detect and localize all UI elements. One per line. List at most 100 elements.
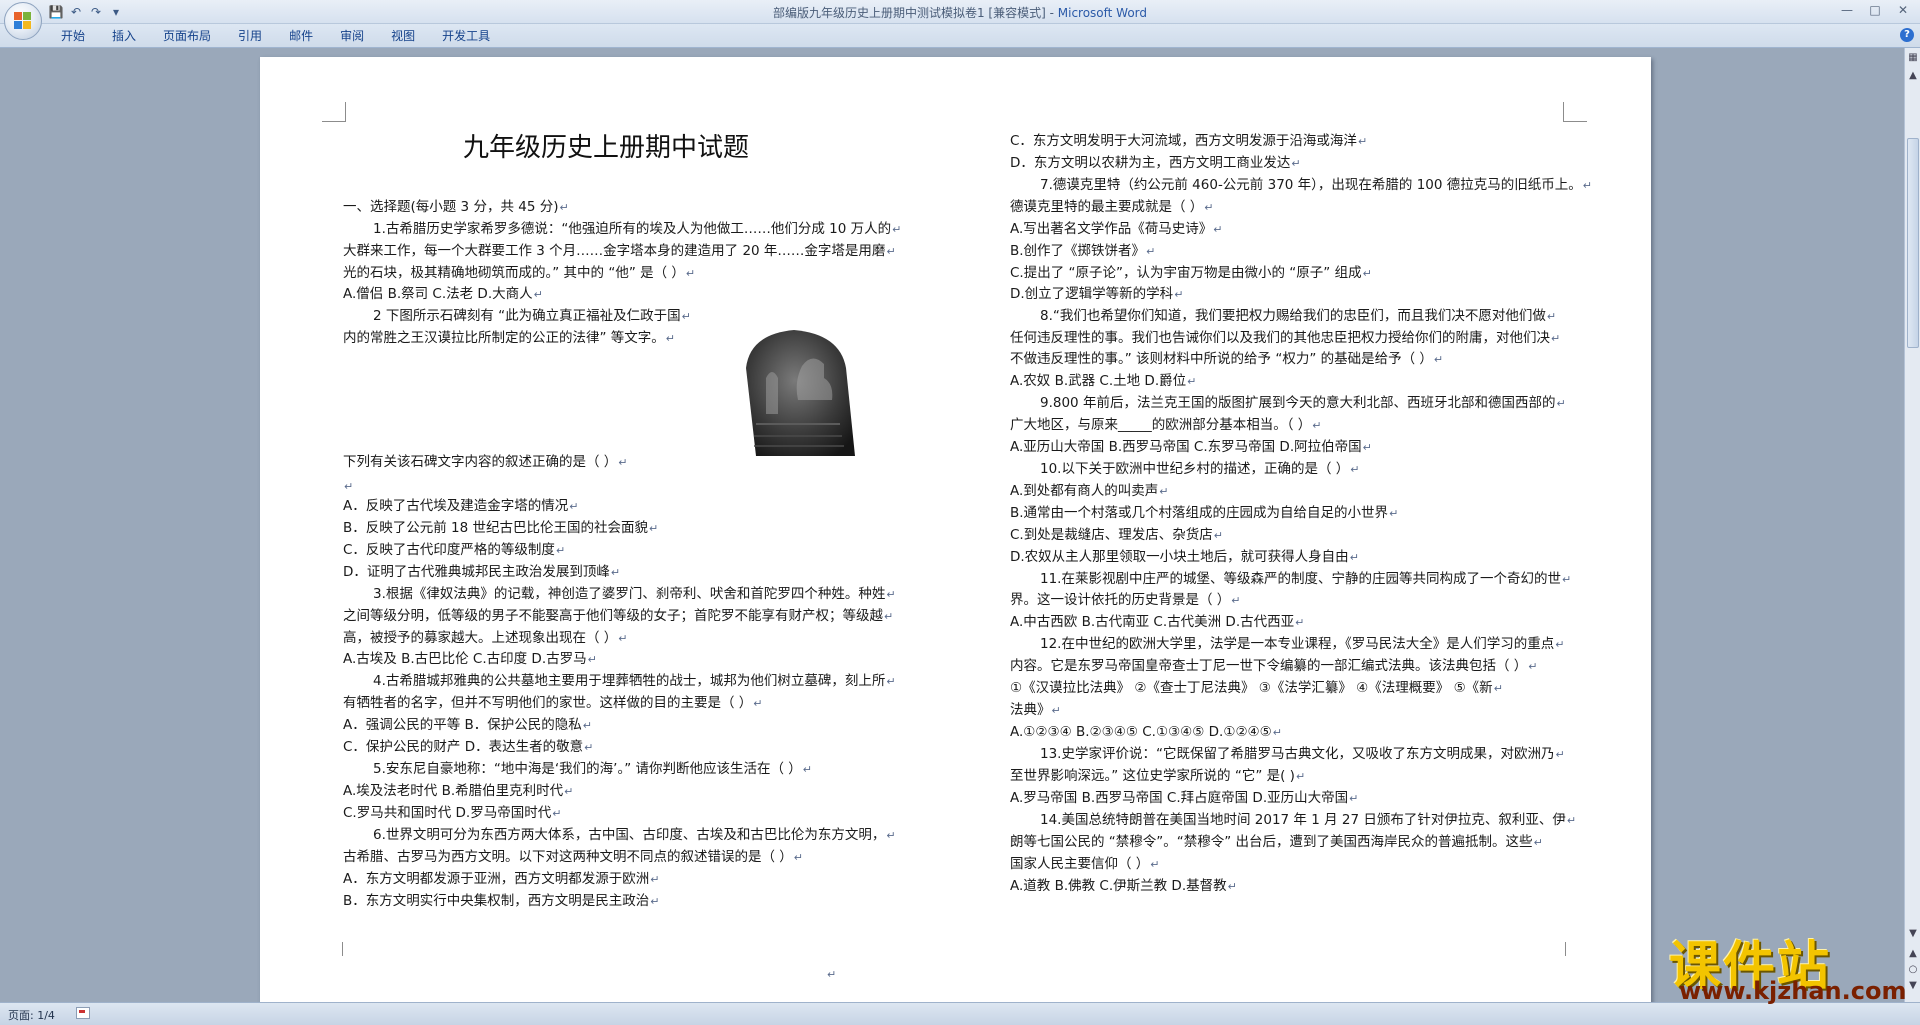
ribbon-tab-row: 开始 插入 页面布局 引用 邮件 审阅 视图 开发工具 ? — [0, 24, 1920, 48]
vertical-scrollbar[interactable]: ▦ ▲ ▼ ▲ ○ ▼ — [1904, 48, 1920, 1002]
left-column-line-text: 大群来工作，每一个大群要工作 3 个月……金字塔本身的建造用了 20 年……金字… — [343, 243, 886, 259]
proofing-status-icon[interactable] — [76, 1007, 90, 1019]
minimize-icon[interactable]: — — [1834, 1, 1860, 19]
next-page-icon[interactable]: ▼ — [1907, 980, 1919, 992]
right-column-line: 不做违反理性的事。” 该则材料中所说的给予 “权力” 的基础是给予（ ）↵ — [1010, 349, 1443, 370]
paragraph-mark-icon: ↵ — [1389, 507, 1399, 520]
left-column-line-text: A.古埃及 B.古巴比伦 C.古印度 D.古罗马 — [343, 651, 587, 667]
tab-review[interactable]: 审阅 — [329, 28, 380, 44]
crop-mark-top-left — [322, 102, 346, 122]
crop-mark-bottom-right — [1565, 942, 1566, 956]
scroll-down-icon[interactable]: ▼ — [1907, 928, 1919, 940]
left-column-line: A.僧侣 B.祭司 C.法老 D.大商人↵ — [343, 284, 543, 305]
paragraph-mark-icon: ↵ — [1291, 157, 1301, 170]
right-column-line-text: A.农奴 B.武器 C.土地 D.爵位 — [1010, 373, 1187, 389]
right-column-line-text: 广大地区，与原来_____的欧洲部分基本相当。（ ） — [1010, 417, 1312, 433]
left-column-line-text: A．反映了古代埃及建造金字塔的情况 — [343, 498, 569, 514]
paragraph-mark-icon: ↵ — [618, 456, 628, 469]
left-column-line: 3.根据《律奴法典》的记载，神创造了婆罗门、刹帝利、吠舍和首陀罗四个种姓。种姓↵ — [373, 584, 896, 605]
left-column-line: 6.世界文明可分为东西方两大体系，古中国、古印度、古埃及和古巴比伦为东方文明，↵ — [373, 825, 896, 846]
ribbon-tabs: 开始 插入 页面布局 引用 邮件 审阅 视图 开发工具 — [50, 28, 506, 44]
paragraph-mark-icon: ↵ — [533, 288, 543, 301]
paragraph-mark-icon: ↵ — [1051, 704, 1061, 717]
paragraph-mark-icon: ↵ — [569, 500, 579, 513]
ruler-toggle-icon[interactable]: ▦ — [1907, 52, 1919, 64]
paragraph-mark-icon: ↵ — [753, 697, 763, 710]
right-column-line-text: A.罗马帝国 B.西罗马帝国 C.拜占庭帝国 D.亚历山大帝国 — [1010, 790, 1349, 806]
left-column-line-text: C.罗马共和国时代 D.罗马帝国时代 — [343, 805, 552, 821]
right-column-line: A.农奴 B.武器 C.土地 D.爵位↵ — [1010, 371, 1196, 392]
left-column-line: 4.古希腊城邦雅典的公共墓地主要用于埋葬牺牲的战士，城邦为他们树立墓碑，刻上所↵ — [373, 671, 896, 692]
right-column-line-text: 至世界影响深远。” 这位史学家所说的 “它” 是( ) — [1010, 768, 1295, 784]
right-column-line-text: C.到处是裁缝店、理发店、杂货店 — [1010, 527, 1213, 543]
previous-page-icon[interactable]: ▲ — [1907, 948, 1919, 960]
document-title: 九年级历史上册期中试题 — [463, 133, 750, 163]
paragraph-mark-icon: ↵ — [1312, 419, 1322, 432]
right-column-line: 国家人民主要信仰（ ）↵ — [1010, 854, 1160, 875]
maximize-icon[interactable]: □ — [1862, 1, 1888, 19]
close-icon[interactable]: ✕ — [1890, 1, 1916, 19]
paragraph-mark-icon: ↵ — [886, 829, 896, 842]
paragraph-mark-icon: ↵ — [886, 675, 896, 688]
right-column-line-text: 10.以下关于欧洲中世纪乡村的描述，正确的是（ ） — [1040, 461, 1350, 477]
right-column-line-text: 8.“我们也希望你们知道，我们要把权力赐给我们的忠臣们，而且我们决不愿对他们做 — [1040, 308, 1546, 324]
browse-object-icon[interactable]: ○ — [1907, 964, 1919, 976]
left-column-line-text: 光的石块，极其精确地砌筑而成的。” 其中的 “他” 是（ ） — [343, 265, 685, 281]
right-column-line-text: 法典》 — [1010, 702, 1051, 718]
right-column-line: 11.在莱影视剧中庄严的城堡、等级森严的制度、宁静的庄园等共同构成了一个奇幻的世… — [1040, 569, 1571, 590]
left-column-line: C.罗马共和国时代 D.罗马帝国时代↵ — [343, 803, 561, 824]
right-column-line: A.亚历山大帝国 B.西罗马帝国 C.东罗马帝国 D.阿拉伯帝国↵ — [1010, 437, 1372, 458]
right-column-line-text: A.到处都有商人的叫卖声 — [1010, 483, 1159, 499]
right-column-line: D．东方文明以农耕为主，西方文明工商业发达↵ — [1010, 153, 1301, 174]
left-column-line: 有牺牲者的名字，但并不写明他们的家世。这样做的目的主要是（ ）↵ — [343, 693, 763, 714]
right-column-line-text: 9.800 年前后，法兰克王国的版图扩展到今天的意大利北部、西班牙北部和德国西部… — [1040, 395, 1556, 411]
right-column-line: A.写出著名文学作品《荷马史诗》↵ — [1010, 219, 1223, 240]
paragraph-mark-icon: ↵ — [802, 763, 813, 776]
left-column-line-text: 5.安东尼自豪地称：“地中海是‘我们的海’。” 请你判断他应该生活在（ ） — [373, 761, 802, 777]
right-column-line: 任何违反理性的事。我们也告诫你们以及我们的其他忠臣把权力授给你们的附庸，对他们决… — [1010, 328, 1560, 349]
left-column-line-text: 有牺牲者的名字，但并不写明他们的家世。这样做的目的主要是（ ） — [343, 695, 753, 711]
left-column-line-text: 古希腊、古罗马为西方文明。以下对这两种文明不同点的叙述错误的是（ ） — [343, 849, 793, 865]
paragraph-mark-icon: ↵ — [1528, 660, 1538, 673]
tab-insert[interactable]: 插入 — [101, 28, 152, 44]
right-column-line-text: C．东方文明发明于大河流域，西方文明发源于沿海或海洋 — [1010, 133, 1357, 149]
tab-developer[interactable]: 开发工具 — [431, 28, 506, 44]
tab-home[interactable]: 开始 — [50, 28, 101, 44]
left-column-line-text: B．反映了公元前 18 世纪古巴比伦王国的社会面貌 — [343, 520, 649, 536]
tab-references[interactable]: 引用 — [227, 28, 278, 44]
right-column-line-text: 界。这一设计依托的历史背景是（ ） — [1010, 592, 1231, 608]
left-column-line: B．反映了公元前 18 世纪古巴比伦王国的社会面貌↵ — [343, 518, 658, 539]
paragraph-mark-icon: ↵ — [1350, 463, 1360, 476]
left-column-line: 下列有关该石碑文字内容的叙述正确的是（ ）↵ — [343, 452, 628, 473]
left-column-line: 高，被授予的募家越大。上述现象出现在（ ）↵ — [343, 628, 628, 649]
left-column-line-text: D．证明了古代雅典城邦民主政治发展到顶峰 — [343, 564, 610, 580]
scroll-up-icon[interactable]: ▲ — [1907, 70, 1919, 82]
paragraph-mark-icon: ↵ — [793, 851, 804, 864]
window-title: 部编版九年级历史上册期中测试模拟卷1 [兼容模式] - Microsoft Wo… — [0, 4, 1920, 21]
right-column-line-text: D.创立了逻辑学等新的学科 — [1010, 286, 1174, 302]
right-column-line: 至世界影响深远。” 这位史学家所说的 “它” 是( )↵ — [1010, 766, 1305, 787]
paragraph-mark-icon: ↵ — [1349, 551, 1359, 564]
left-column-line: A．东方文明都发源于亚洲，西方文明都发源于欧洲↵ — [343, 869, 659, 890]
page-count-status[interactable]: 页面: 1/4 — [8, 1007, 55, 1023]
left-column-line: 一、选择题(每小题 3 分，共 45 分)↵ — [343, 197, 569, 218]
left-column-line: 内的常胜之王汉谟拉比所制定的公正的法律” 等文字。↵ — [343, 328, 675, 349]
right-column-line: B.创作了《掷铁饼者》↵ — [1010, 241, 1155, 262]
paragraph-mark-icon: ↵ — [1146, 245, 1156, 258]
left-column-line: 古希腊、古罗马为西方文明。以下对这两种文明不同点的叙述错误的是（ ）↵ — [343, 847, 803, 868]
tab-page-layout[interactable]: 页面布局 — [152, 28, 227, 44]
paragraph-mark-icon: ↵ — [1204, 201, 1214, 214]
paragraph-mark-icon: ↵ — [1227, 880, 1237, 893]
tab-view[interactable]: 视图 — [380, 28, 431, 44]
paragraph-mark-icon: ↵ — [1272, 726, 1282, 739]
crop-mark-bottom-left — [342, 942, 343, 956]
paragraph-mark-icon: ↵ — [1349, 792, 1359, 805]
office-button[interactable] — [4, 2, 42, 40]
document-page[interactable]: 九年级历史上册期中试题 一、选择题(每小题 3 分，共 45 分)↵ 1.古希腊历… — [260, 57, 1651, 1002]
left-column-line-text: 4.古希腊城邦雅典的公共墓地主要用于埋葬牺牲的战士，城邦为他们树立墓碑，刻上所 — [373, 673, 886, 689]
paragraph-mark-icon: ↵ — [1159, 485, 1169, 498]
tab-mailings[interactable]: 邮件 — [278, 28, 329, 44]
scroll-thumb[interactable] — [1907, 138, 1919, 348]
help-icon[interactable]: ? — [1900, 28, 1914, 42]
paragraph-mark-icon: ↵ — [582, 719, 593, 732]
